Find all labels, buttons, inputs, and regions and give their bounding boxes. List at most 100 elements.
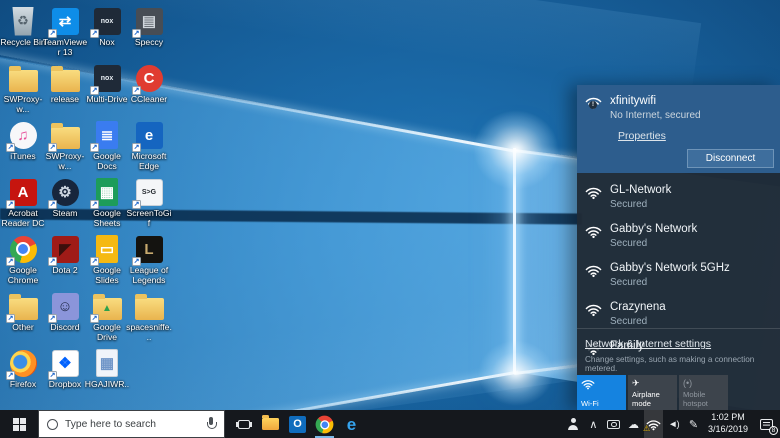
properties-link[interactable]: Properties [618,130,666,142]
desktop-icon-discord[interactable]: ☺↗Discord [44,291,86,348]
file-explorer-glyph [262,418,279,430]
desktop-icon-label: Google Drive [84,323,130,343]
airplane-icon: ✈ [632,378,640,389]
desktop-icon-hgajiwr[interactable]: ▦ HGAJIWR.. [86,348,128,405]
desktop-icon-google-slides[interactable]: ▭↗Google Slides [86,234,128,291]
desktop-icon-label: SWProxy-w... [0,95,46,115]
desktop-icon-google-sheets[interactable]: ▦↗Google Sheets [86,177,128,234]
desktop-icon-screentogif[interactable]: S>G↗ScreenToGif [128,177,170,234]
desktop-icon-multi-drive[interactable]: nox↗Multi-Drive [86,63,128,120]
desktop-icon-google-docs[interactable]: ≣↗Google Docs [86,120,128,177]
action-center-button[interactable]: 8 [753,410,780,438]
wifi-network-gabby-s-network[interactable]: Gabby's NetworkSecured [577,216,780,255]
taskbar-edge-icon[interactable]: e [338,410,365,438]
desktop-icon-release[interactable]: release [44,63,86,120]
connected-network[interactable]: ! xfinitywifi No Internet, secured Prope… [577,85,780,173]
tray-volume-icon[interactable]: ◄) [664,410,683,438]
tray-network-icon[interactable]: ⚠ [644,410,663,438]
desktop-icon-recycle-bin[interactable]: ♻ Recycle Bin [2,6,44,63]
desktop-icon-itunes[interactable]: ♫↗iTunes [2,120,44,177]
network-settings-section: Network & Internet settings Change setti… [577,328,780,373]
windows-logo-icon [13,418,26,431]
desktop-icon-label: Other [0,323,46,333]
network-name: GL-Network [610,184,671,196]
airplane-mode-tile[interactable]: ✈Airplane mode [628,375,677,410]
network-status: Secured [610,238,697,249]
taskbar-file-explorer-icon[interactable] [257,410,284,438]
desktop-icon-nox[interactable]: nox↗Nox [86,6,128,63]
shortcut-arrow-overlay: ↗ [48,143,57,152]
desktop-icon-label: Discord [42,323,88,333]
microphone-icon[interactable] [206,417,216,431]
wifi-network-gabby-s-network-5ghz[interactable]: Gabby's Network 5GHzSecured [577,255,780,294]
desktop-icon-acrobat-reader-dc[interactable]: A↗Acrobat Reader DC [2,177,44,234]
desktop-icon-label: Google Sheets [84,209,130,229]
taskbar-outlook-icon[interactable]: O [284,410,311,438]
taskbar-clock[interactable]: 1:02 PM 3/16/2019 [703,412,753,435]
tray-people-icon[interactable] [564,410,583,438]
desktop-icon-label: Recycle Bin [0,38,46,48]
disconnect-button[interactable]: Disconnect [687,149,774,168]
search-input[interactable] [65,419,199,430]
desktop-icon-label: HGAJIWR.. [84,380,130,390]
tray-windows-ink-icon[interactable]: ✎ [684,410,703,438]
tray-hidden-icons-icon[interactable]: ∧ [584,410,603,438]
desktop-icon-ccleaner[interactable]: C↗CCleaner [128,63,170,120]
wifi-signal-icon [585,262,602,288]
taskbar-chrome-icon[interactable] [311,410,338,438]
wifi-signal-icon [585,184,602,210]
desktop-icon-spacesniffe[interactable]: spacesniffe... [128,291,170,348]
hgajiwr-icon: ▦ [96,349,118,377]
desktop-icon-grid: ♻ Recycle Bin⇄↗TeamViewer 13nox↗Nox▤↗Spec… [2,6,170,405]
taskbar-task-view-icon[interactable] [230,410,257,438]
shortcut-arrow-overlay: ↗ [90,143,99,152]
shortcut-arrow-overlay: ↗ [90,314,99,323]
recycle-bin-icon: ♻ [11,7,35,36]
desktop-icon-firefox[interactable]: ↗Firefox [2,348,44,405]
wi-fi-tile[interactable]: Wi-Fi [577,375,626,410]
start-button[interactable] [0,410,38,438]
shortcut-arrow-overlay: ↗ [6,314,15,323]
shortcut-arrow-overlay: ↗ [48,29,57,38]
desktop-icon-google-chrome[interactable]: ↗Google Chrome [2,234,44,291]
desktop-icon-speccy[interactable]: ▤↗Speccy [128,6,170,63]
google-sheets-icon: ▦ [96,178,118,206]
clock-date: 3/16/2019 [708,424,748,436]
desktop-icon-label: Nox [84,38,130,48]
no-internet-warning-badge: ! [589,101,597,109]
desktop-icon-google-drive[interactable]: ▲↗Google Drive [86,291,128,348]
chrome-glyph [316,415,334,433]
tile-label: Mobile hotspot [683,390,726,408]
desktop-icon-microsoft-edge[interactable]: e↗Microsoft Edge [128,120,170,177]
desktop-icon-label: Google Slides [84,266,130,286]
network-internet-settings-link[interactable]: Network & Internet settings [585,338,711,350]
cortana-ring-icon [47,419,58,430]
release-icon [51,70,80,92]
google-slides-icon: ▭ [96,235,118,263]
wifi-network-gl-network[interactable]: GL-NetworkSecured [577,177,780,216]
taskbar-app-icons: Oe [230,410,365,438]
wifi-signal-icon [585,223,602,249]
mobile-hotspot-tile[interactable]: (•)Mobile hotspot [679,375,728,410]
shortcut-arrow-overlay: ↗ [90,29,99,38]
desktop-icon-league-of-legends[interactable]: L↗League of Legends [128,234,170,291]
desktop-icon-swproxy-w[interactable]: ↗SWProxy-w... [44,120,86,177]
notification-badge: 8 [769,426,778,435]
desktop-icon-dota-2[interactable]: ◤↗Dota 2 [44,234,86,291]
taskbar-search-box[interactable] [38,410,225,438]
clock-time: 1:02 PM [711,412,745,424]
desktop-icon-other[interactable]: ↗Other [2,291,44,348]
tile-label: Airplane mode [632,390,675,408]
desktop-icon-dropbox[interactable]: ❖↗Dropbox [44,348,86,405]
network-settings-hint: Change settings, such as making a connec… [585,355,772,373]
desktop-icon-label: spacesniffe... [126,323,172,343]
tray-onedrive-icon[interactable]: ☁ [624,410,643,438]
wifi-icon [581,378,595,392]
system-tray: ∧ ☁⚠◄)✎ [564,410,703,438]
desktop-icon-steam[interactable]: ⚙↗Steam [44,177,86,234]
taskbar: Oe ∧ ☁⚠◄)✎ 1:02 PM 3/16/2019 8 [0,410,780,438]
desktop-icon-swproxy-w[interactable]: SWProxy-w... [2,63,44,120]
desktop-icon-teamviewer-13[interactable]: ⇄↗TeamViewer 13 [44,6,86,63]
wifi-signal-warning-icon: ! [585,95,602,121]
tray-camera-icon[interactable] [604,410,623,438]
